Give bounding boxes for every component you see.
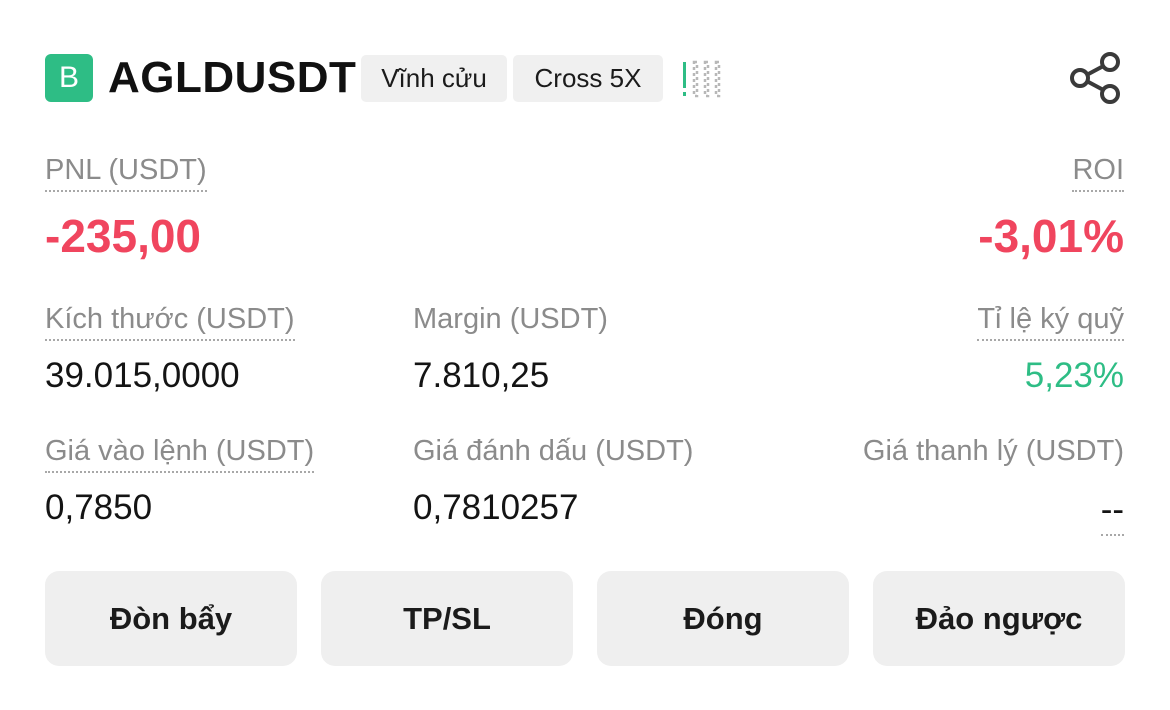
side-badge: B [45, 54, 93, 102]
pnl-value: -235,00 [45, 210, 202, 262]
mark-price-label: Giá đánh dấu (USDT) [413, 435, 694, 467]
contract-type-tag: Vĩnh cửu [361, 55, 507, 102]
roi-label[interactable]: ROI [1072, 150, 1124, 192]
entry-price-value: 0,7850 [45, 488, 153, 527]
tpsl-button[interactable]: TP/SL [321, 571, 573, 666]
pnl-label[interactable]: PNL (USDT) [45, 150, 207, 192]
entry-price-label[interactable]: Giá vào lệnh (USDT) [45, 431, 315, 473]
margin-ratio-label[interactable]: Tỉ lệ ký quỹ [977, 299, 1124, 341]
margin-mode-tag[interactable]: Cross 5X [513, 55, 663, 102]
symbol-title: AGLDUSDT [108, 53, 357, 102]
size-label[interactable]: Kích thước (USDT) [45, 299, 295, 341]
leverage-button[interactable]: Đòn bẩy [45, 571, 297, 666]
margin-value: 7.810,25 [413, 356, 550, 395]
liq-price-label: Giá thanh lý (USDT) [862, 435, 1124, 467]
margin-ratio-value: 5,23% [1024, 356, 1124, 395]
reverse-position-button[interactable]: Đảo ngược [873, 571, 1125, 666]
mark-price-value: 0,7810257 [413, 488, 579, 527]
signal-bars-icon [683, 60, 721, 98]
margin-label: Margin (USDT) [413, 303, 608, 335]
roi-value: -3,01% [978, 210, 1124, 262]
close-position-button[interactable]: Đóng [597, 571, 849, 666]
liq-price-value[interactable]: -- [1100, 486, 1124, 536]
size-value: 39.015,0000 [45, 356, 240, 395]
share-icon[interactable] [1068, 52, 1124, 104]
